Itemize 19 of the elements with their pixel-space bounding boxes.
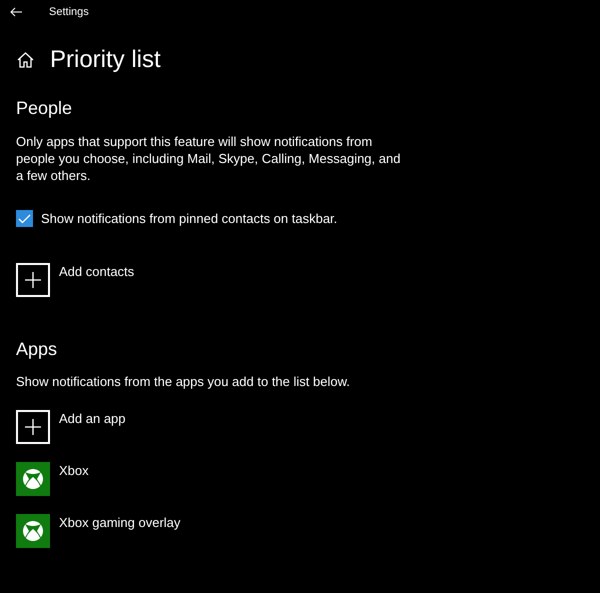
xbox-logo-icon [16, 462, 50, 496]
xbox-logo-icon [16, 514, 50, 548]
checkbox[interactable] [16, 210, 33, 228]
add-button[interactable]: Add an app [16, 410, 584, 444]
plus-icon [16, 262, 50, 296]
app-item[interactable]: Xbox [16, 462, 584, 496]
checkbox-label[interactable]: Show notifications from pinned contacts on taskbar. [41, 209, 338, 228]
back-arrow-icon[interactable] [10, 7, 22, 17]
description: Show notifications from the apps you add to the list below. [16, 372, 351, 390]
window-title: Settings [49, 4, 89, 20]
home-icon[interactable] [17, 52, 34, 68]
app-item[interactable]: Xbox gaming overlay [16, 514, 584, 548]
description: Only apps that support this feature will show notifications from people you choose, including Mail, Skype, Calling, Messaging, and a few others. [16, 133, 401, 184]
section-heading: Apps [16, 338, 58, 360]
checkmark-icon [18, 214, 31, 224]
section-heading: People [16, 97, 74, 120]
page-title: Priority list [50, 46, 161, 74]
plus-icon [16, 410, 50, 444]
add-button[interactable]: Add contacts [16, 262, 584, 296]
